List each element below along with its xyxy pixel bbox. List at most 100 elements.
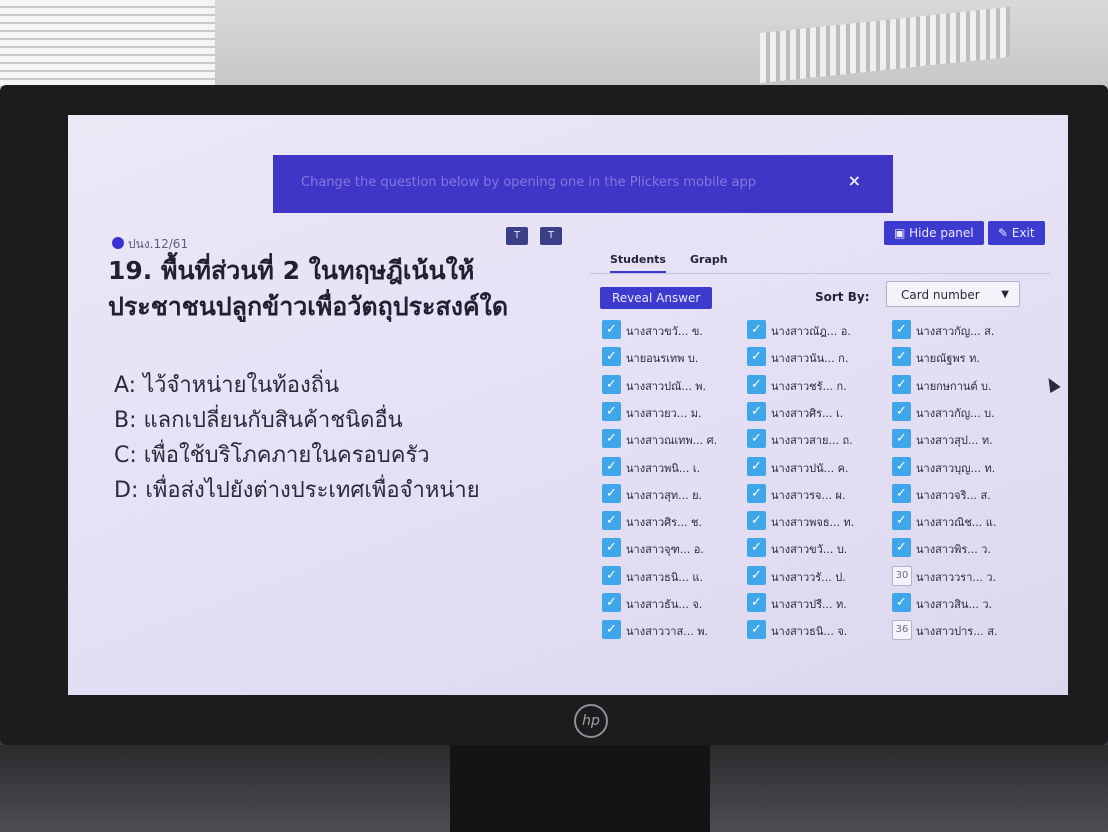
student-name: นางสาวณเทพ... ศ. [626,434,718,448]
student-name: นางสาวกัญ... ส. [916,325,995,338]
student-item[interactable]: ✓ นางสาวรจ... ผ. [747,483,897,505]
hp-logo-icon: hp [574,704,608,738]
reveal-answer-button[interactable]: Reveal Answer [600,287,713,309]
answer-b: B: แลกเปลี่ยนกับสินค้าชนิดอื่น [114,408,403,433]
checkmark-icon: ✓ [747,456,766,476]
checkmark-icon: ✓ [892,320,911,339]
monitor-stand [450,745,710,832]
student-item[interactable]: ✓ นางสาวธัน... จ. [602,592,752,614]
checkmark-icon: ✓ [892,347,911,367]
exit-label: Exit [1011,226,1035,240]
checkmark-icon: ✓ [892,401,911,421]
checkmark-icon: ✓ [747,593,766,612]
student-name: นางสาวสิน... ว. [916,598,993,611]
checkmark-icon: ✓ [602,456,621,476]
checkmark-icon: ✓ [747,374,766,394]
student-item[interactable]: ✓ นางสาวบุญ... ท. [892,456,1042,478]
student-item[interactable]: ✓ นางสาวกัญ... บ. [892,401,1042,423]
checkmark-icon: ✓ [602,483,621,503]
exit-button[interactable]: ✎ Exit [988,221,1045,245]
student-item[interactable]: ✓ นางสาวปรี... ท. [747,592,897,614]
student-item[interactable]: ✓ นางสาวกัญ... ส. [892,319,1042,341]
student-name: นางสาวขวั... บ. [771,543,848,557]
student-item[interactable]: ✓ นางสาวณิช... แ. [892,510,1042,532]
student-item[interactable]: ✓ นางสาวปณั... พ. [602,374,752,396]
student-item[interactable]: ✓ นางสาวสุท... ย. [602,483,752,505]
students-panel: Students Graph Reveal Answer Sort By: Ca… [590,247,1050,649]
sort-by-label: Sort By: [815,290,870,304]
checkmark-icon: ✓ [602,593,621,612]
student-item[interactable]: ✓ นางสาววรั... ป. [747,565,897,587]
student-name: นางสาวสุป... ท. [916,434,993,448]
checkmark-icon: ✓ [892,538,911,558]
student-item[interactable]: ✓ นางสาวพนิ... เ. [602,456,752,478]
tab-students[interactable]: Students [610,253,666,266]
student-item[interactable]: ✓ นายกษกานต์ บ. [892,374,1042,396]
student-item[interactable]: ✓ นางสาวณเทพ... ศ. [602,428,752,450]
text-size-decrease-button[interactable]: T [506,227,528,245]
checkmark-icon: ✓ [602,347,621,367]
student-item[interactable]: ✓ นางสาวขวั... ข. [602,319,752,341]
student-name: นางสาวรจ... ผ. [771,488,846,502]
student-item[interactable]: ✓ นางสาวศิร... ช. [602,510,752,532]
student-item[interactable]: ✓ นายอนรเทพ บ. [602,346,752,368]
student-item[interactable]: ✓ นางสาวธนิ... จ. [747,619,897,641]
checkmark-icon: ✓ [892,483,911,503]
student-name: นางสาวพนิ... เ. [626,461,701,475]
checkmark-icon: ✓ [602,511,621,531]
checkmark-icon: ✓ [602,429,621,449]
student-name: นางสาวยว... ม. [626,406,702,420]
student-item[interactable]: ✓ นางสาวธนิ... แ. [602,565,752,587]
student-name: นางสาวธัน... จ. [626,598,703,611]
banner-close-icon[interactable]: × [848,171,861,190]
student-item[interactable]: 36 นางสาวปาร... ส. [892,619,1042,641]
student-name: นายณัฐพร ท. [916,352,980,366]
student-item[interactable]: ✓ นางสาวปนั... ค. [747,456,897,478]
question-text: 19. พื้นที่ส่วนที่ 2 ในทฤษฎีเน้นให้ประชา… [108,256,509,321]
student-name: นางสาววรั... ป. [771,570,846,584]
student-item[interactable]: ✓ นางสาวจุฑ... อ. [602,537,752,559]
answer-d: D: เพื่อส่งไปยังต่างประเทศเพื่อจำหน่าย [114,478,480,503]
student-item[interactable]: ✓ นางสาวสิน... ว. [892,592,1042,614]
checkmark-icon: ✓ [747,401,766,421]
student-name: นางสาวปาร... ส. [916,625,998,639]
student-item[interactable]: 30 นางสาววรา... ว. [892,565,1042,587]
student-name: นางสาวธนิ... แ. [626,570,703,584]
text-size-increase-button[interactable]: T [540,227,562,245]
student-name: นางสาวพิร... ว. [916,543,991,557]
student-item[interactable]: ✓ นางสาววาส... พ. [602,619,752,641]
student-name: นางสาวณัฎ... อ. [771,325,851,338]
student-name: นางสาววาส... พ. [626,625,708,639]
student-name: นายกษกานต์ บ. [916,379,992,393]
student-name: นางสาวชรั... ก. [771,379,847,393]
student-name: นางสาวกัญ... บ. [916,406,995,420]
student-name: นางสาวจริ... ส. [916,488,991,502]
checkmark-icon: ✓ [747,320,766,339]
checkmark-icon: ✓ [747,347,766,367]
student-name: นางสาวพจธ... ท. [771,516,855,530]
checkmark-icon: ✓ [602,374,621,394]
student-item[interactable]: ✓ นางสาวพิร... ว. [892,537,1042,559]
checkmark-icon: ✓ [892,374,911,394]
student-item[interactable]: ✓ นางสาวชรั... ก. [747,374,897,396]
student-item[interactable]: ✓ นางสาวศิร... เ. [747,401,897,423]
student-name: นางสาววรา... ว. [916,570,997,584]
student-item[interactable]: ✓ นายณัฐพร ท. [892,346,1042,368]
student-item[interactable]: ✓ นางสาวสาย... ถ. [747,428,897,450]
student-item[interactable]: ✓ นางสาวขวั... บ. [747,537,897,559]
student-item[interactable]: ✓ นางสาวนัน... ก. [747,346,897,368]
student-name: นางสาวธนิ... จ. [771,625,848,639]
checkmark-icon: ✓ [602,401,621,421]
hide-panel-button[interactable]: ▣ Hide panel [884,221,984,245]
checkmark-icon: ✓ [747,620,766,640]
student-item[interactable]: ✓ นางสาวณัฎ... อ. [747,319,897,341]
student-item[interactable]: ✓ นางสาวจริ... ส. [892,483,1042,505]
student-item[interactable]: ✓ นางสาวพจธ... ท. [747,510,897,532]
card-number-badge: 36 [892,620,912,641]
student-item[interactable]: ✓ นางสาวสุป... ท. [892,428,1042,450]
checkmark-icon: ✓ [892,511,911,531]
tab-graph[interactable]: Graph [690,253,728,266]
student-item[interactable]: ✓ นางสาวยว... ม. [602,401,752,423]
sort-by-select[interactable]: Card number ▼ [886,281,1020,307]
class-color-dot [112,237,124,249]
